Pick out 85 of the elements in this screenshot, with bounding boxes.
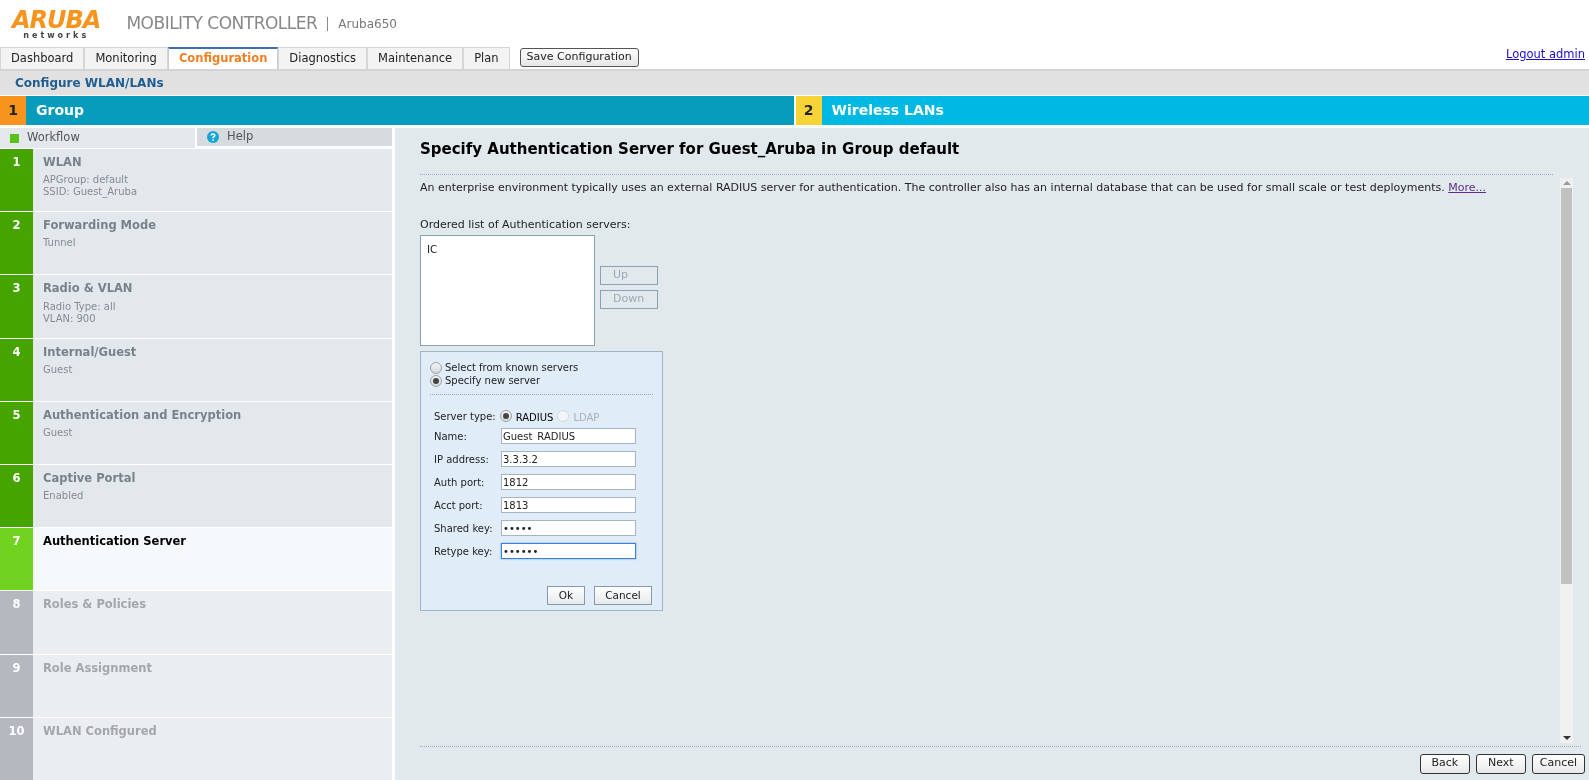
scroll-thumb[interactable] (1561, 187, 1572, 584)
step-detail: Tunnel (43, 237, 77, 250)
field-label: Retype key: (434, 544, 494, 559)
text-field[interactable]: 1812 (501, 474, 636, 490)
form-button[interactable]: Ok (547, 586, 585, 605)
step-title: WLAN (43, 154, 83, 171)
nav-tab[interactable]: Monitoring (84, 47, 168, 69)
radio-button[interactable] (430, 374, 442, 387)
list-label: Ordered list of Authentication servers: (420, 216, 632, 233)
step-detail: VLAN: 900 (43, 312, 97, 325)
step-title: Role Assignment (43, 659, 152, 677)
text-field[interactable]: ••••• (501, 520, 636, 536)
square-icon (10, 133, 19, 143)
step-detail: SSID: Guest_Aruba (43, 186, 138, 199)
radio-label: Select from known servers (445, 361, 579, 375)
sidebar-tab[interactable]: Help (195, 128, 392, 148)
logo-tagline: networks (23, 32, 90, 40)
field-label: Auth port: (434, 475, 486, 490)
field-label: Acct port: (434, 498, 484, 513)
form-button[interactable]: Cancel (594, 586, 652, 605)
step-number: 2 (0, 212, 33, 275)
field-label: Shared key: (434, 521, 494, 536)
step-title: Authentication and Encryption (43, 406, 242, 424)
wizard-step[interactable]: 2 Wireless LANs (793, 96, 1589, 125)
save-configuration-button[interactable]: Save Configuration (519, 48, 639, 67)
step-title: Captive Portal (43, 470, 136, 487)
text-field[interactable]: Guest_RADIUS (501, 428, 636, 444)
logout-link[interactable]: Logout admin (1505, 45, 1585, 63)
step-title: Roles & Policies (43, 596, 146, 614)
product-title: MOBILITY CONTROLLER (126, 12, 318, 36)
logo-wordmark: ARUBA (12, 8, 101, 32)
text-field[interactable]: 1813 (501, 497, 636, 513)
step-title: Authentication Server (43, 533, 187, 551)
step-number: 1 (0, 149, 33, 212)
nav-tab[interactable]: Maintenance (367, 47, 464, 69)
nav-tab[interactable]: Dashboard (0, 47, 85, 69)
text-field[interactable]: 3.3.3.2 (501, 451, 636, 467)
scrollbar[interactable] (1560, 177, 1573, 743)
step-detail: Guest (43, 427, 74, 440)
description-text: An enterprise environment typically uses an external RADIUS server for authentication. The controller also has an internal database that can be used for small scale or test deployments. More... (420, 180, 1487, 195)
step-title: Radio & VLAN (43, 280, 133, 298)
device-name: Aruba650 (338, 16, 397, 33)
step-number: 10 (0, 717, 33, 780)
step-number: 2 (795, 96, 822, 125)
field-label: IP address: (434, 452, 490, 467)
field-label: Name: (434, 429, 468, 444)
step-number: 8 (0, 591, 33, 654)
scroll-down-icon[interactable] (1562, 736, 1571, 740)
step-number: 5 (0, 401, 33, 464)
step-label: Group (35, 101, 84, 120)
step-number: 9 (0, 654, 33, 717)
footer-button[interactable]: Back (1419, 753, 1470, 774)
radio-label: Specify new server (445, 374, 541, 388)
text-field[interactable]: •••••• (501, 543, 636, 559)
footer-button[interactable]: Cancel (1531, 753, 1585, 774)
nav-tab[interactable]: Plan (463, 47, 510, 69)
step-number: 7 (0, 528, 33, 591)
step-number: 3 (0, 275, 33, 338)
server-listbox[interactable]: IC (420, 235, 595, 346)
nav-tab[interactable]: Diagnostics (278, 47, 368, 69)
radio-button[interactable] (430, 361, 442, 374)
step-title: Internal/Guest (43, 343, 137, 361)
step-number: 6 (0, 465, 33, 528)
workflow-step[interactable]: 7 Authentication Server (0, 527, 392, 591)
page-heading: Configure WLAN/LANs (15, 75, 164, 92)
section-title: Specify Authentication Server for Guest_Aruba in Group default (420, 139, 961, 160)
field-label: Server type: (434, 409, 496, 424)
step-number: 4 (0, 338, 33, 401)
step-detail: Radio Type: all (43, 300, 117, 313)
radio-button[interactable] (499, 410, 512, 422)
radio-label: LDAP (573, 411, 600, 425)
step-label: Wireless LANs (830, 101, 944, 120)
list-item[interactable]: IC (427, 242, 588, 258)
step-title: Forwarding Mode (43, 217, 156, 235)
radio-label: RADIUS (515, 411, 554, 425)
step-detail: Guest (43, 363, 74, 376)
more-link[interactable]: More... (1448, 180, 1486, 194)
scroll-up-icon[interactable] (1562, 180, 1571, 185)
step-title: WLAN Configured (43, 722, 157, 740)
step-number: 1 (0, 96, 26, 125)
wizard-step[interactable]: 1 Group (0, 96, 794, 125)
step-detail: APGroup: default (43, 174, 130, 187)
help-icon (207, 131, 219, 143)
step-detail: Enabled (43, 490, 85, 503)
footer-button[interactable]: Next (1475, 753, 1526, 774)
